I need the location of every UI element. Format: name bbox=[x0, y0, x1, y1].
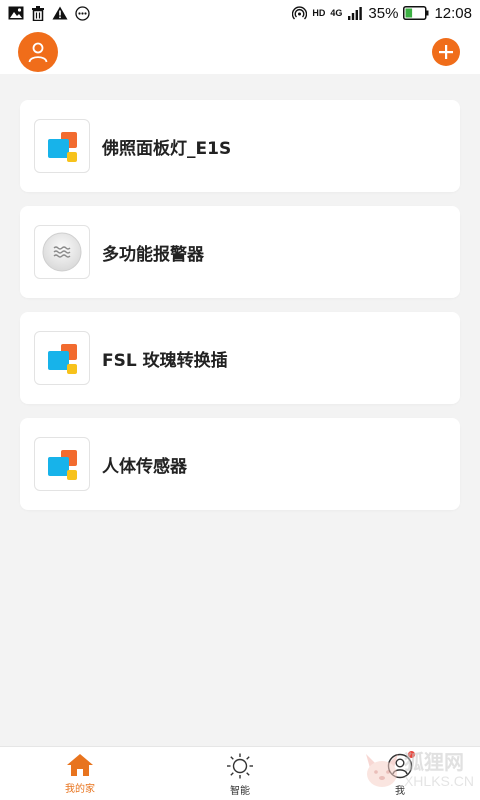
notification-badge bbox=[408, 751, 415, 758]
device-thumbnail bbox=[34, 119, 90, 173]
signal-icon bbox=[347, 6, 363, 20]
tab-me[interactable]: 我 bbox=[320, 747, 480, 800]
device-list: 佛照面板灯_E1S 多功能报警器 FSL 玫瑰转换插 人体传感器 bbox=[20, 100, 460, 524]
status-left-icons bbox=[8, 5, 90, 21]
device-card[interactable]: 多功能报警器 bbox=[20, 206, 460, 298]
app-header bbox=[0, 26, 480, 74]
device-thumbnail bbox=[34, 437, 90, 491]
device-card[interactable]: 佛照面板灯_E1S bbox=[20, 100, 460, 192]
trash-notification-icon bbox=[30, 5, 46, 21]
tab-me-label: 我 bbox=[395, 786, 405, 797]
device-name: FSL 玫瑰转换插 bbox=[102, 350, 228, 371]
status-bar: HD 4G 35% 12:08 bbox=[0, 0, 480, 26]
more-notification-icon bbox=[74, 5, 90, 21]
sun-icon bbox=[227, 753, 253, 779]
alarm-wave-icon bbox=[42, 232, 82, 272]
tab-home-label: 我的家 bbox=[65, 784, 95, 795]
device-name: 人体传感器 bbox=[102, 456, 187, 477]
bottom-navigation: 我的家 智能 我 bbox=[0, 746, 480, 800]
add-device-button[interactable] bbox=[432, 38, 460, 66]
device-generic-icon bbox=[48, 450, 77, 480]
device-generic-icon bbox=[48, 344, 77, 374]
device-thumbnail bbox=[34, 225, 90, 279]
image-notification-icon bbox=[8, 6, 24, 20]
tab-smart-label: 智能 bbox=[230, 786, 250, 797]
battery-percent: 35% bbox=[368, 4, 399, 22]
device-name: 佛照面板灯_E1S bbox=[102, 138, 232, 159]
hd-label: HD bbox=[312, 8, 326, 18]
home-icon bbox=[67, 754, 93, 776]
plus-icon bbox=[439, 45, 453, 59]
user-avatar-button[interactable] bbox=[18, 32, 58, 72]
device-card[interactable]: FSL 玫瑰转换插 bbox=[20, 312, 460, 404]
device-name: 多功能报警器 bbox=[102, 244, 204, 265]
device-thumbnail bbox=[34, 331, 90, 385]
user-icon bbox=[28, 42, 48, 63]
device-generic-icon bbox=[48, 132, 77, 162]
tab-home[interactable]: 我的家 bbox=[0, 747, 160, 800]
tab-smart[interactable]: 智能 bbox=[160, 747, 320, 800]
warning-notification-icon bbox=[52, 6, 68, 20]
clock: 12:08 bbox=[434, 4, 472, 22]
battery-icon bbox=[403, 6, 429, 20]
device-card[interactable]: 人体传感器 bbox=[20, 418, 460, 510]
status-right-icons: HD 4G 35% 12:08 bbox=[291, 5, 472, 22]
network-type-label: 4G bbox=[330, 8, 343, 18]
hotspot-icon bbox=[291, 5, 307, 20]
